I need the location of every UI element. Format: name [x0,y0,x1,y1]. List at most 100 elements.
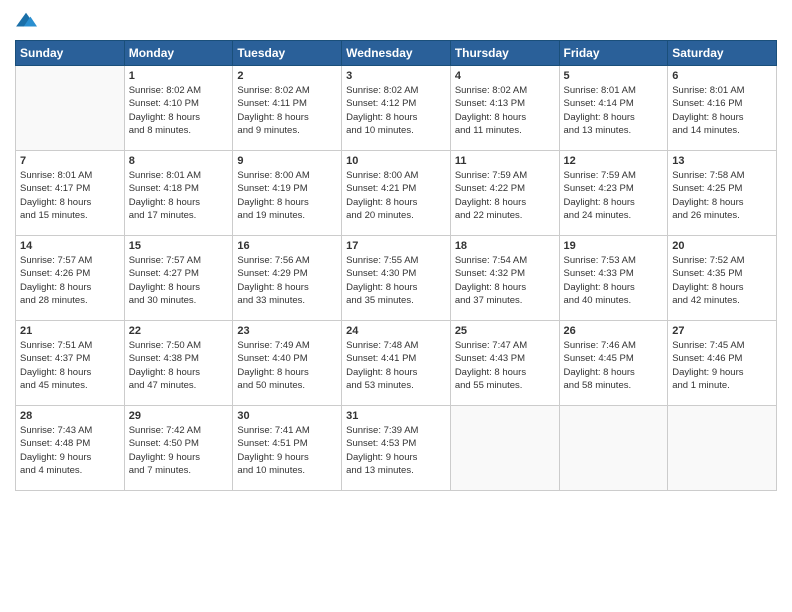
calendar-cell: 18 Sunrise: 7:54 AM Sunset: 4:32 PM Dayli… [450,236,559,321]
day-number: 1 [129,70,229,82]
calendar-cell: 27Sunrise: 7:45 AM Sunset: 4:46 PM Dayli… [668,321,777,406]
calendar-cell: 15Sunrise: 7:57 AM Sunset: 4:27 PM Dayli… [124,236,233,321]
day-number: 14 [20,240,120,252]
calendar-cell [559,406,668,491]
day-number: 4 [455,70,555,82]
calendar-cell: 29Sunrise: 7:42 AM Sunset: 4:50 PM Dayli… [124,406,233,491]
calendar-week-0: 1 Sunrise: 8:02 AM Sunset: 4:10 PM Daylig… [16,66,777,151]
calendar-cell [16,66,125,151]
calendar-cell: 20 Sunrise: 7:52 AM Sunset: 4:35 PM Dayli… [668,236,777,321]
day-content: Sunrise: 8:00 AM Sunset: 4:21 PM Dayligh… [346,169,446,222]
day-number: 7 [20,155,120,167]
calendar-cell: 23Sunrise: 7:49 AM Sunset: 4:40 PM Dayli… [233,321,342,406]
calendar-cell: 13 Sunrise: 7:58 AM Sunset: 4:25 PM Dayli… [668,151,777,236]
day-content: Sunrise: 7:59 AM Sunset: 4:23 PM Dayligh… [564,169,664,222]
logo [15,10,41,32]
day-number: 21 [20,325,120,337]
day-number: 13 [672,155,772,167]
calendar-cell: 5 Sunrise: 8:01 AM Sunset: 4:14 PM Daylig… [559,66,668,151]
day-content: Sunrise: 8:01 AM Sunset: 4:18 PM Dayligh… [129,169,229,222]
day-number: 11 [455,155,555,167]
day-content: Sunrise: 7:41 AM Sunset: 4:51 PM Dayligh… [237,424,337,477]
day-number: 5 [564,70,664,82]
day-number: 10 [346,155,446,167]
day-number: 17 [346,240,446,252]
calendar-header-friday: Friday [559,41,668,66]
day-content: Sunrise: 7:45 AM Sunset: 4:46 PM Dayligh… [672,339,772,392]
day-content: Sunrise: 7:43 AM Sunset: 4:48 PM Dayligh… [20,424,120,477]
calendar-cell: 11 Sunrise: 7:59 AM Sunset: 4:22 PM Dayli… [450,151,559,236]
day-number: 3 [346,70,446,82]
calendar-header-wednesday: Wednesday [342,41,451,66]
day-number: 6 [672,70,772,82]
day-number: 22 [129,325,229,337]
day-number: 28 [20,410,120,422]
calendar-cell: 7Sunrise: 8:01 AM Sunset: 4:17 PM Daylig… [16,151,125,236]
day-content: Sunrise: 7:58 AM Sunset: 4:25 PM Dayligh… [672,169,772,222]
day-content: Sunrise: 7:46 AM Sunset: 4:45 PM Dayligh… [564,339,664,392]
calendar: SundayMondayTuesdayWednesdayThursdayFrid… [15,40,777,491]
day-content: Sunrise: 7:52 AM Sunset: 4:35 PM Dayligh… [672,254,772,307]
day-number: 25 [455,325,555,337]
day-number: 24 [346,325,446,337]
calendar-header-row: SundayMondayTuesdayWednesdayThursdayFrid… [16,41,777,66]
calendar-cell [668,406,777,491]
calendar-cell: 3 Sunrise: 8:02 AM Sunset: 4:12 PM Daylig… [342,66,451,151]
calendar-cell [450,406,559,491]
day-content: Sunrise: 7:54 AM Sunset: 4:32 PM Dayligh… [455,254,555,307]
calendar-cell: 22 Sunrise: 7:50 AM Sunset: 4:38 PM Dayli… [124,321,233,406]
calendar-cell: 6 Sunrise: 8:01 AM Sunset: 4:16 PM Daylig… [668,66,777,151]
day-number: 23 [237,325,337,337]
calendar-cell: 9 Sunrise: 8:00 AM Sunset: 4:19 PM Daylig… [233,151,342,236]
day-content: Sunrise: 8:02 AM Sunset: 4:13 PM Dayligh… [455,84,555,137]
day-content: Sunrise: 7:47 AM Sunset: 4:43 PM Dayligh… [455,339,555,392]
day-content: Sunrise: 7:39 AM Sunset: 4:53 PM Dayligh… [346,424,446,477]
calendar-cell: 28 Sunrise: 7:43 AM Sunset: 4:48 PM Dayli… [16,406,125,491]
calendar-header-tuesday: Tuesday [233,41,342,66]
day-content: Sunrise: 7:48 AM Sunset: 4:41 PM Dayligh… [346,339,446,392]
calendar-cell: 31 Sunrise: 7:39 AM Sunset: 4:53 PM Dayli… [342,406,451,491]
day-content: Sunrise: 7:55 AM Sunset: 4:30 PM Dayligh… [346,254,446,307]
day-number: 30 [237,410,337,422]
calendar-cell: 4 Sunrise: 8:02 AM Sunset: 4:13 PM Daylig… [450,66,559,151]
calendar-cell: 10 Sunrise: 8:00 AM Sunset: 4:21 PM Dayli… [342,151,451,236]
calendar-week-4: 28 Sunrise: 7:43 AM Sunset: 4:48 PM Dayli… [16,406,777,491]
day-content: Sunrise: 7:53 AM Sunset: 4:33 PM Dayligh… [564,254,664,307]
calendar-cell: 1 Sunrise: 8:02 AM Sunset: 4:10 PM Daylig… [124,66,233,151]
calendar-cell: 26 Sunrise: 7:46 AM Sunset: 4:45 PM Dayli… [559,321,668,406]
day-number: 9 [237,155,337,167]
day-content: Sunrise: 7:56 AM Sunset: 4:29 PM Dayligh… [237,254,337,307]
day-content: Sunrise: 8:02 AM Sunset: 4:11 PM Dayligh… [237,84,337,137]
calendar-week-1: 7Sunrise: 8:01 AM Sunset: 4:17 PM Daylig… [16,151,777,236]
calendar-header-saturday: Saturday [668,41,777,66]
calendar-cell: 30 Sunrise: 7:41 AM Sunset: 4:51 PM Dayli… [233,406,342,491]
calendar-cell: 2Sunrise: 8:02 AM Sunset: 4:11 PM Daylig… [233,66,342,151]
logo-icon [15,10,37,32]
day-content: Sunrise: 7:57 AM Sunset: 4:26 PM Dayligh… [20,254,120,307]
day-number: 12 [564,155,664,167]
day-content: Sunrise: 7:57 AM Sunset: 4:27 PM Dayligh… [129,254,229,307]
calendar-cell: 24 Sunrise: 7:48 AM Sunset: 4:41 PM Dayli… [342,321,451,406]
calendar-cell: 16Sunrise: 7:56 AM Sunset: 4:29 PM Dayli… [233,236,342,321]
calendar-week-2: 14 Sunrise: 7:57 AM Sunset: 4:26 PM Dayli… [16,236,777,321]
day-number: 8 [129,155,229,167]
calendar-header-thursday: Thursday [450,41,559,66]
day-number: 31 [346,410,446,422]
calendar-cell: 17 Sunrise: 7:55 AM Sunset: 4:30 PM Dayli… [342,236,451,321]
day-number: 19 [564,240,664,252]
day-content: Sunrise: 7:59 AM Sunset: 4:22 PM Dayligh… [455,169,555,222]
calendar-week-3: 21 Sunrise: 7:51 AM Sunset: 4:37 PM Dayli… [16,321,777,406]
day-number: 26 [564,325,664,337]
day-number: 18 [455,240,555,252]
day-content: Sunrise: 8:02 AM Sunset: 4:12 PM Dayligh… [346,84,446,137]
day-content: Sunrise: 7:42 AM Sunset: 4:50 PM Dayligh… [129,424,229,477]
day-content: Sunrise: 8:00 AM Sunset: 4:19 PM Dayligh… [237,169,337,222]
day-content: Sunrise: 8:02 AM Sunset: 4:10 PM Dayligh… [129,84,229,137]
day-content: Sunrise: 8:01 AM Sunset: 4:16 PM Dayligh… [672,84,772,137]
calendar-cell: 8 Sunrise: 8:01 AM Sunset: 4:18 PM Daylig… [124,151,233,236]
day-content: Sunrise: 7:51 AM Sunset: 4:37 PM Dayligh… [20,339,120,392]
calendar-cell: 19 Sunrise: 7:53 AM Sunset: 4:33 PM Dayli… [559,236,668,321]
day-content: Sunrise: 7:50 AM Sunset: 4:38 PM Dayligh… [129,339,229,392]
day-content: Sunrise: 8:01 AM Sunset: 4:14 PM Dayligh… [564,84,664,137]
day-number: 20 [672,240,772,252]
